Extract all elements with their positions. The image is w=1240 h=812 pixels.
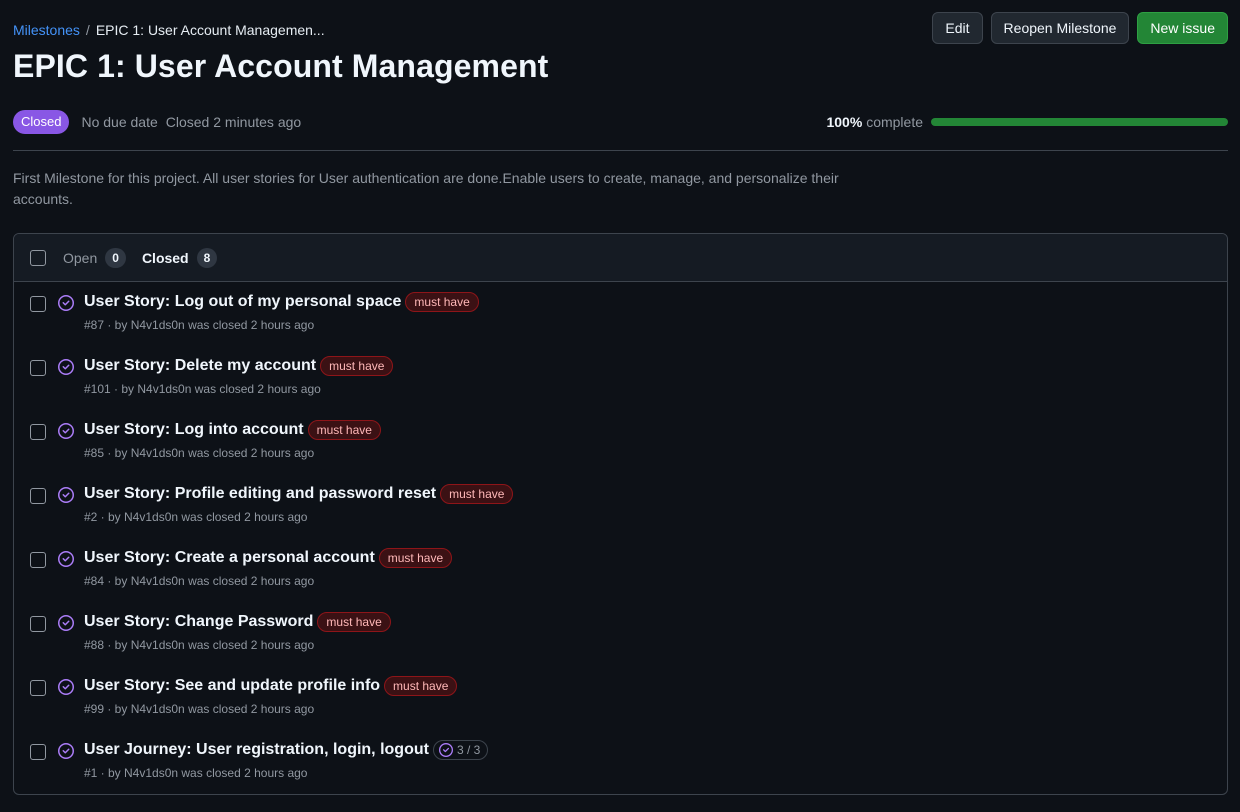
- issue-title-line: User Story: Change Password must have: [84, 612, 391, 632]
- issue-closed-icon: [58, 295, 74, 311]
- tab-open[interactable]: Open 0: [63, 247, 126, 268]
- issue-meta: #85 · by N4v1ds0n was closed 2 hours ago: [84, 446, 315, 460]
- issue-checkbox[interactable]: [30, 296, 46, 312]
- select-all-checkbox[interactable]: [30, 249, 46, 266]
- milestone-description: First Milestone for this project. All us…: [13, 170, 839, 207]
- issue-row: User Story: Change Password must have #88 …: [14, 602, 1227, 666]
- issue-checkbox[interactable]: [30, 552, 46, 568]
- issue-main: User Story: Log out of my personal space…: [84, 292, 479, 332]
- issue-closed-icon: [58, 615, 74, 631]
- milestone-meta: Closed No due date Closed 2 minutes ago: [13, 110, 301, 134]
- issue-title-link[interactable]: User Story: Log into account: [84, 421, 304, 439]
- issue-meta: #101 · by N4v1ds0n was closed 2 hours ag…: [84, 382, 321, 396]
- issue-row: User Story: Profile editing and password…: [14, 474, 1227, 538]
- sub-issues-progress: 3 / 3: [432, 740, 489, 760]
- issue-title-link[interactable]: User Story: Change Password: [84, 613, 313, 631]
- issue-main: User Story: Log into account must have #85…: [84, 420, 381, 460]
- issue-checkbox[interactable]: [30, 424, 46, 440]
- issue-main: User Story: Delete my account must have #1…: [84, 356, 394, 396]
- issue-row: User Story: Delete my account must have #1…: [14, 346, 1227, 410]
- issue-meta: #1 · by N4v1ds0n was closed 2 hours ago: [84, 766, 308, 780]
- issue-main: User Story: Profile editing and password…: [84, 484, 514, 524]
- issue-checkbox[interactable]: [30, 744, 46, 760]
- issue-rows: User Story: Log out of my personal space…: [14, 282, 1227, 794]
- issue-label[interactable]: must have: [317, 612, 391, 632]
- issue-meta: #2 · by N4v1ds0n was closed 2 hours ago: [84, 510, 308, 524]
- issue-row: User Story: Log into account must have #85…: [14, 410, 1227, 474]
- milestone-dates: No due date Closed 2 minutes ago: [81, 114, 301, 130]
- edit-button[interactable]: Edit: [932, 12, 983, 44]
- issue-checkbox[interactable]: [30, 616, 46, 632]
- progress-bar-fill: [931, 118, 1228, 126]
- issue-main: User Story: Change Password must have #88 …: [84, 612, 391, 652]
- reopen-milestone-button[interactable]: Reopen Milestone: [990, 12, 1130, 44]
- issue-row: User Story: Log out of my personal space…: [14, 282, 1227, 346]
- issue-meta: #99 · by N4v1ds0n was closed 2 hours ago: [84, 702, 315, 716]
- breadcrumb-current: EPIC 1: User Account Managemen...: [95, 22, 325, 38]
- issue-title-link[interactable]: User Story: Profile editing and password…: [84, 485, 436, 503]
- closed-time: Closed 2 minutes ago: [165, 114, 302, 130]
- issue-checkbox[interactable]: [30, 680, 46, 696]
- issue-label[interactable]: must have: [440, 484, 514, 504]
- issue-title-link[interactable]: User Story: See and update profile info: [84, 677, 380, 695]
- issue-meta: #88 · by N4v1ds0n was closed 2 hours ago: [84, 638, 315, 652]
- issue-closed-icon: [58, 487, 74, 503]
- tab-open-count: 0: [105, 247, 126, 268]
- issue-row: User Story: See and update profile info m…: [14, 666, 1227, 730]
- issue-closed-icon: [58, 679, 74, 695]
- progress-bar: [931, 118, 1228, 126]
- sub-issues-count: 3 / 3: [456, 743, 481, 757]
- breadcrumb-separator: /: [85, 22, 90, 38]
- breadcrumb: Milestones / EPIC 1: User Account Manageme…: [13, 22, 325, 38]
- issue-meta: #87 · by N4v1ds0n was closed 2 hours ago: [84, 318, 315, 332]
- issue-closed-icon: [58, 423, 74, 439]
- issue-title-line: User Story: Delete my account must have: [84, 356, 394, 376]
- breadcrumb-milestones-link[interactable]: Milestones: [13, 22, 80, 38]
- issue-row: User Story: Create a personal account mus…: [14, 538, 1227, 602]
- issue-closed-icon: [58, 551, 74, 567]
- issue-label[interactable]: must have: [405, 292, 479, 312]
- due-date: No due date: [81, 114, 158, 130]
- progress-percent: 100%: [826, 114, 863, 130]
- issue-title-line: User Story: See and update profile info m…: [84, 676, 458, 696]
- issue-label[interactable]: must have: [307, 420, 381, 440]
- issue-closed-icon: [58, 359, 74, 375]
- new-issue-button[interactable]: New issue: [1137, 12, 1228, 44]
- issue-checkbox[interactable]: [30, 360, 46, 376]
- issue-title-link[interactable]: User Story: Log out of my personal space: [84, 293, 401, 311]
- issue-meta: #84 · by N4v1ds0n was closed 2 hours ago: [84, 574, 315, 588]
- issue-title-line: User Journey: User registration, login, …: [84, 740, 489, 760]
- issue-main: User Story: Create a personal account mus…: [84, 548, 453, 588]
- issue-title-link[interactable]: User Journey: User registration, login, …: [84, 741, 429, 759]
- issue-label[interactable]: must have: [378, 548, 453, 568]
- issue-label[interactable]: must have: [320, 356, 394, 376]
- issue-main: User Story: See and update profile info m…: [84, 676, 458, 716]
- tab-closed-count: 8: [196, 247, 218, 268]
- milestone-actions: Edit Reopen Milestone New issue: [932, 12, 1228, 44]
- status-badge: Closed: [13, 110, 70, 134]
- issue-title-line: User Story: Log into account must have: [84, 420, 381, 440]
- tab-open-label: Open: [63, 249, 98, 266]
- sub-issues-check-icon: [438, 743, 453, 757]
- issue-list-header: Open 0 Closed 8: [14, 234, 1227, 282]
- divider: [13, 150, 1228, 151]
- issue-title-line: User Story: Profile editing and password…: [84, 484, 514, 504]
- milestone-progress: 100% complete: [826, 114, 1228, 130]
- tab-closed[interactable]: Closed 8: [141, 247, 218, 268]
- tab-closed-label: Closed: [141, 249, 189, 266]
- progress-label: 100% complete: [826, 114, 923, 130]
- issue-list: Open 0 Closed 8 User Story: Log out of m…: [13, 233, 1228, 795]
- issue-title-line: User Story: Log out of my personal space…: [84, 292, 479, 312]
- page-title: EPIC 1: User Account Management: [13, 48, 549, 84]
- progress-suffix: complete: [866, 114, 923, 130]
- issue-closed-icon: [58, 743, 74, 759]
- issue-checkbox[interactable]: [30, 488, 46, 504]
- issue-title-line: User Story: Create a personal account mus…: [84, 548, 453, 568]
- issue-main: User Journey: User registration, login, …: [84, 740, 489, 780]
- issue-title-link[interactable]: User Story: Delete my account: [84, 357, 316, 375]
- issue-title-link[interactable]: User Story: Create a personal account: [84, 549, 375, 567]
- issue-row: User Journey: User registration, login, …: [14, 730, 1227, 794]
- issue-label[interactable]: must have: [384, 676, 458, 696]
